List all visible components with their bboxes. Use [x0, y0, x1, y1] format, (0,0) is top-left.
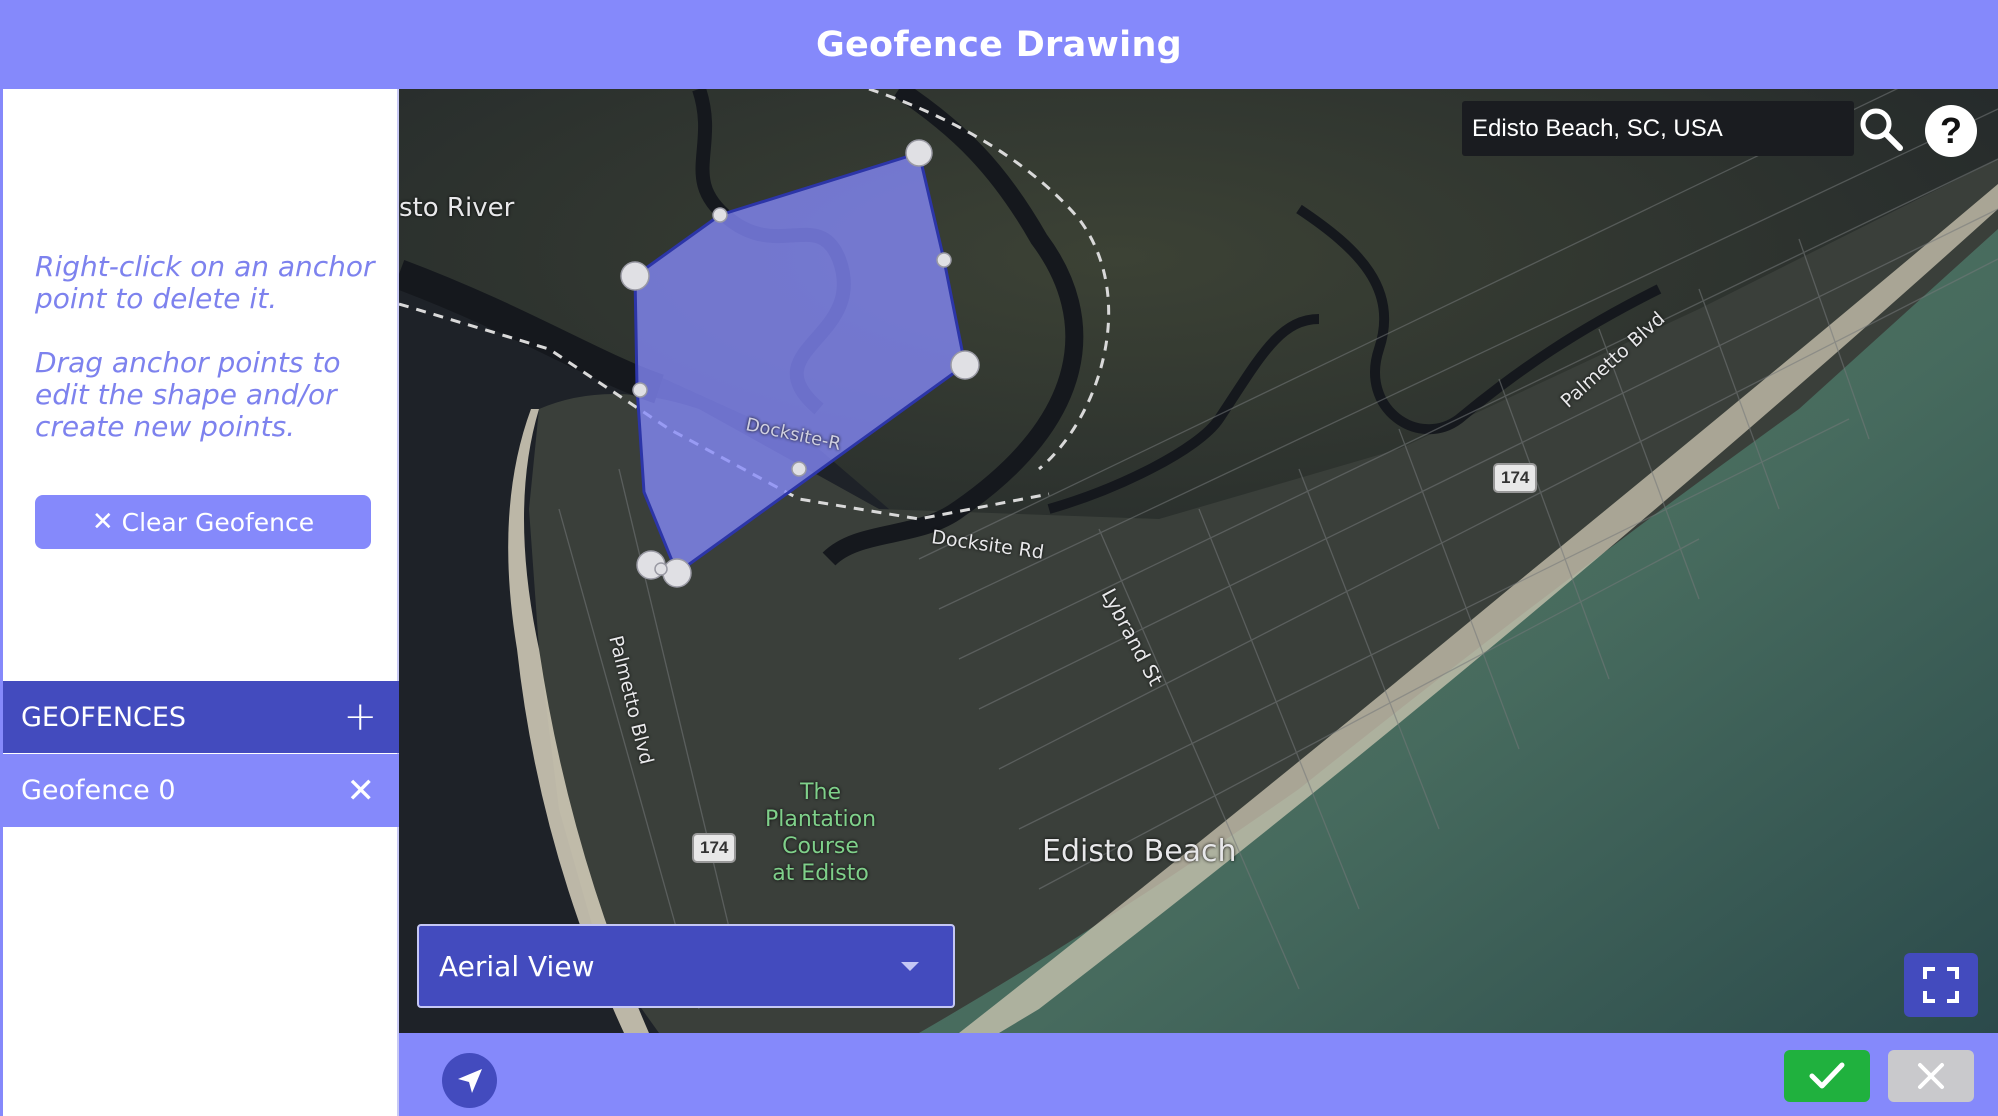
map-view-value: Aerial View — [439, 949, 595, 983]
hint-delete-anchor: Right-click on an anchor point to delete… — [35, 250, 375, 315]
window-title: Geofence Drawing — [0, 0, 1998, 89]
aerial-map-image — [399, 89, 1998, 1033]
my-location-button[interactable] — [442, 1053, 497, 1108]
confirm-button[interactable] — [1784, 1050, 1870, 1102]
map-label-plantation-course: The Plantation Course at Edisto — [765, 780, 877, 886]
hint-drag-anchor: Drag anchor points to edit the shape and… — [35, 346, 341, 443]
geofences-header: GEOFENCES + — [3, 681, 399, 753]
add-geofence-icon[interactable]: + — [343, 697, 377, 737]
remove-geofence-icon[interactable]: ✕ — [347, 771, 376, 811]
help-icon[interactable]: ? — [1925, 105, 1977, 157]
close-icon: ✕ — [91, 507, 114, 537]
location-search-input[interactable]: Edisto Beach, SC, USA — [1462, 101, 1854, 156]
fullscreen-button[interactable] — [1904, 953, 1978, 1017]
geofence-list-item[interactable]: Geofence 0 ✕ — [3, 754, 399, 827]
chevron-down-icon — [901, 961, 919, 971]
route-174-shield-2: 174 — [692, 833, 737, 863]
navigate-arrow-icon — [457, 1068, 482, 1093]
sidebar: Right-click on an anchor point to delete… — [0, 89, 399, 1116]
clear-geofence-label: Clear Geofence — [121, 507, 315, 537]
geofence-item-label: Geofence 0 — [21, 775, 176, 806]
clear-geofence-button[interactable]: ✕ Clear Geofence — [35, 495, 371, 549]
geofences-header-label: GEOFENCES — [21, 701, 187, 733]
map-label-edisto-beach: Edisto Beach — [1042, 834, 1237, 869]
route-174-shield: 174 — [1493, 463, 1538, 493]
map-canvas[interactable]: sto River Docksite-R Docksite Rd Lybrand… — [399, 89, 1998, 1033]
fullscreen-icon — [1923, 967, 1959, 1003]
close-icon — [1918, 1063, 1944, 1089]
search-icon[interactable] — [1857, 105, 1905, 153]
map-view-select[interactable]: Aerial View — [417, 924, 955, 1008]
checkmark-icon — [1809, 1062, 1845, 1089]
cancel-button[interactable] — [1888, 1050, 1974, 1102]
bottom-toolbar — [399, 1033, 1998, 1116]
map-label-river: sto River — [399, 193, 515, 223]
